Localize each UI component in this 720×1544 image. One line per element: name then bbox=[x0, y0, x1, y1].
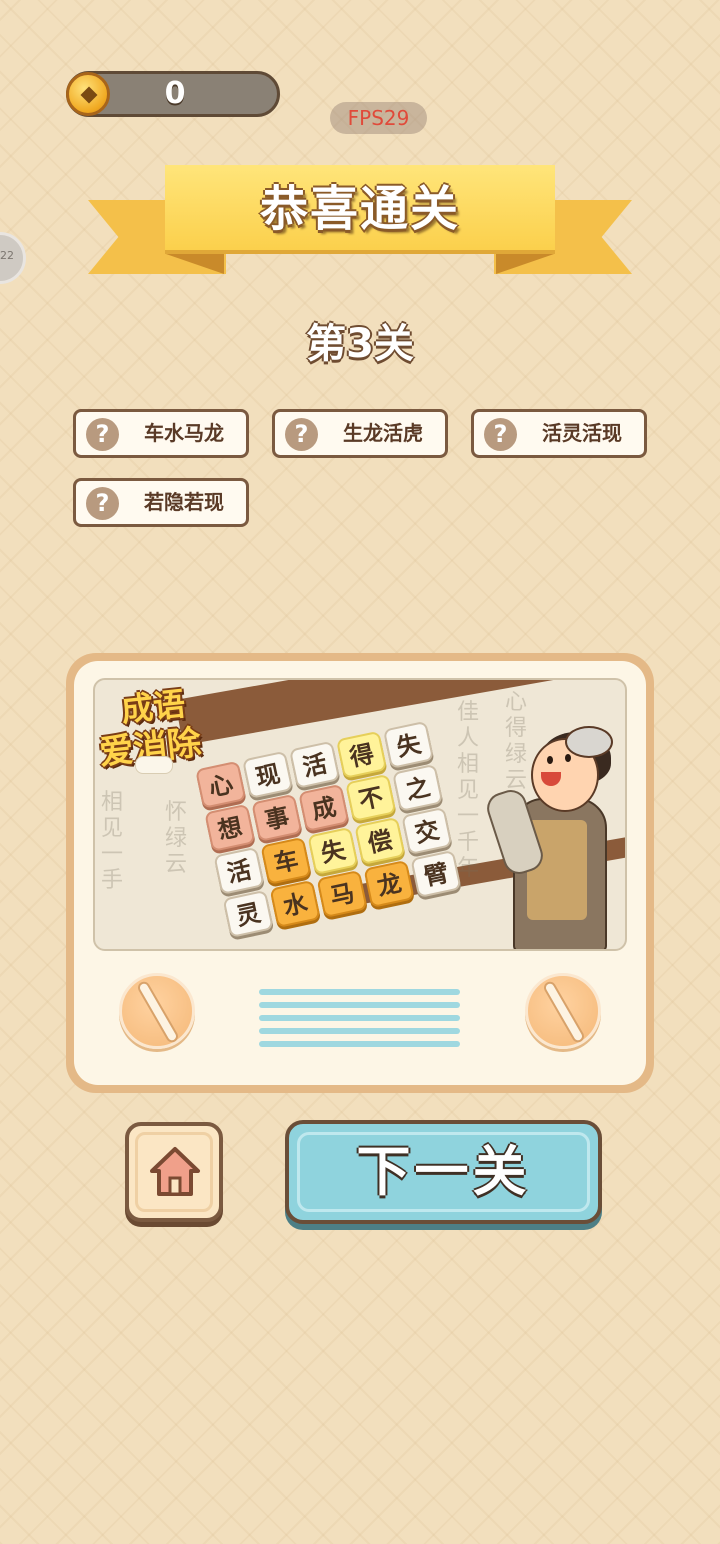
word-tile: 活 bbox=[213, 846, 265, 895]
word-tile: 水 bbox=[269, 879, 321, 929]
question-icon: ? bbox=[86, 418, 119, 451]
speaker-grille-line bbox=[259, 1028, 460, 1034]
word-tile: 成 bbox=[298, 783, 350, 832]
word-tile: 事 bbox=[251, 793, 303, 842]
speaker-grille-line bbox=[259, 989, 460, 995]
word-tile: 得 bbox=[335, 730, 388, 779]
word-tile: 之 bbox=[392, 763, 444, 813]
idiom-chip[interactable]: ? 若隐若现 bbox=[73, 478, 249, 527]
cloud-icon bbox=[135, 756, 173, 774]
calligraphy-column: 怀绿云 bbox=[165, 800, 188, 877]
speaker-grille-line bbox=[259, 1015, 460, 1021]
idiom-text: 生龙活虎 bbox=[343, 421, 423, 445]
knob-handle bbox=[135, 979, 181, 1045]
word-tile: 马 bbox=[316, 869, 368, 919]
question-icon: ? bbox=[484, 418, 517, 451]
word-tile: 交 bbox=[401, 806, 453, 856]
level-title: 第3关 bbox=[306, 321, 414, 367]
word-tile: 灵 bbox=[222, 889, 274, 939]
congrats-title: 恭喜通关 bbox=[259, 181, 460, 237]
word-tile: 龙 bbox=[363, 859, 415, 909]
next-level-label: 下一关 bbox=[356, 1140, 531, 1203]
question-icon: ? bbox=[86, 487, 119, 520]
word-tile: 臂 bbox=[410, 849, 462, 899]
speaker-grille-line bbox=[259, 1002, 460, 1008]
word-tile: 不 bbox=[345, 773, 397, 823]
tv-knob-right bbox=[525, 973, 601, 1049]
word-tile: 想 bbox=[204, 803, 256, 852]
word-tile: 活 bbox=[288, 740, 341, 789]
word-tile: 心 bbox=[195, 760, 247, 809]
scholar-cap bbox=[565, 726, 613, 758]
word-tile: 失 bbox=[307, 826, 359, 876]
question-icon: ? bbox=[285, 418, 318, 451]
word-tile: 失 bbox=[382, 720, 435, 769]
speaker-grille-line bbox=[259, 1041, 460, 1047]
idiom-chip[interactable]: ? 车水马龙 bbox=[73, 409, 249, 458]
game-poster-image: 佳人相见一千年 心得绿云 相见一手 怀绿云 成语 爱消除 心 现 活 得 失 想… bbox=[93, 678, 627, 951]
tv-knob-left bbox=[119, 973, 195, 1049]
coin-count: 0 bbox=[164, 76, 186, 111]
side-float-badge: 22 bbox=[0, 249, 14, 262]
scholar-eye bbox=[565, 754, 571, 762]
home-button[interactable] bbox=[125, 1122, 223, 1222]
home-icon bbox=[150, 1147, 200, 1196]
calligraphy-column: 相见一手 bbox=[101, 790, 124, 893]
fps-indicator: FPS29 bbox=[330, 102, 427, 134]
idiom-text: 车水马龙 bbox=[144, 421, 224, 445]
next-level-button[interactable]: 下一关 bbox=[285, 1120, 602, 1224]
idiom-text: 活灵活现 bbox=[542, 421, 622, 445]
scholar-eye bbox=[547, 756, 553, 764]
idiom-chip[interactable]: ? 生龙活虎 bbox=[272, 409, 448, 458]
word-tile: 车 bbox=[260, 836, 312, 886]
idiom-text: 若隐若现 bbox=[144, 490, 224, 514]
knob-handle bbox=[541, 979, 587, 1045]
word-tile: 偿 bbox=[354, 816, 406, 866]
idiom-chip[interactable]: ? 活灵活现 bbox=[471, 409, 647, 458]
word-tile: 现 bbox=[242, 750, 294, 799]
